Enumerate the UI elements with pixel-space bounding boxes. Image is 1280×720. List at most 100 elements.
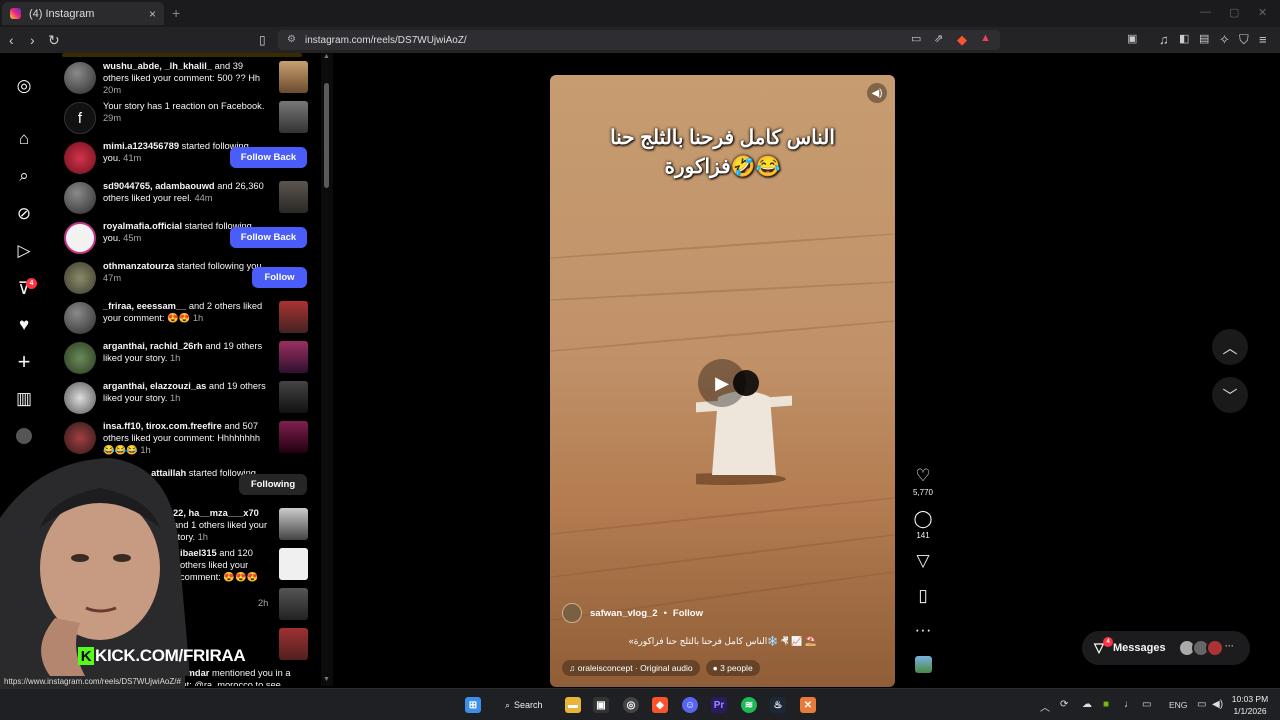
audio-thumbnail[interactable] (914, 656, 932, 673)
reload-icon[interactable]: ↻ (48, 32, 60, 48)
post-thumbnail[interactable] (279, 548, 308, 580)
notification-item[interactable]: _friraa, eeessam__ and 2 others liked yo… (62, 300, 320, 338)
volume-icon[interactable]: ◀) (1212, 699, 1223, 710)
follow-back-button[interactable]: Follow Back (230, 147, 307, 168)
avatar[interactable] (64, 422, 96, 454)
notification-item[interactable]: mimi.a123456789 started following you. 4… (62, 140, 320, 178)
menu-icon[interactable]: ≡ (1259, 32, 1267, 47)
create-icon[interactable]: + (14, 349, 34, 374)
comment-action[interactable]: ◯ 141 (908, 509, 938, 540)
profile-avatar[interactable] (14, 426, 34, 446)
back-icon[interactable]: ‹ (9, 32, 14, 48)
windows-start-icon[interactable]: ⊞ (465, 697, 481, 713)
share-action[interactable]: ▽ (908, 551, 938, 571)
heart-icon[interactable]: ♡ (908, 466, 938, 486)
tray-chevron-icon[interactable]: ︿ (1040, 699, 1050, 714)
scroll-down-icon[interactable]: ▼ (323, 676, 330, 683)
author-avatar[interactable] (562, 603, 582, 623)
author-username[interactable]: safwan_vlog_2 (590, 608, 658, 619)
avatar[interactable] (64, 182, 96, 214)
explore-icon[interactable]: ⊘ (14, 204, 34, 224)
previous-reel-button[interactable]: ︿ (1212, 329, 1248, 365)
reel-description[interactable]: «الناس كامل فرحنا بالثلج حنا فزاكورة❄️ 🤻… (562, 634, 883, 650)
bookmark-icon[interactable]: ▯ (908, 586, 938, 606)
sidebar-panel-icon[interactable]: ▣ (1127, 32, 1137, 45)
play-icon[interactable]: ▶ (698, 359, 746, 407)
volume-icon[interactable]: ◀) (867, 83, 887, 103)
notification-item[interactable]: wushu_abde, _lh_khalil_ and 39 others li… (62, 60, 320, 98)
file-explorer-icon[interactable]: ▬ (565, 697, 581, 713)
home-icon[interactable]: ⌂ (14, 129, 34, 149)
brave-rewards-icon[interactable]: ▲ (980, 32, 991, 44)
reels-icon[interactable]: ▷ (14, 241, 34, 261)
premiere-icon[interactable]: Pr (711, 697, 727, 713)
story-thumbnail[interactable] (279, 101, 308, 133)
browser-tab[interactable]: (4) Instagram × (2, 2, 164, 25)
scroll-up-icon[interactable]: ▲ (323, 53, 330, 60)
more-icon[interactable]: ··· (908, 620, 938, 640)
share-icon[interactable]: ⇗ (934, 32, 943, 45)
new-tab-button[interactable]: + (172, 5, 180, 21)
audio-thumb-action[interactable] (908, 656, 938, 673)
tray-app-icon[interactable]: ⟳ (1060, 699, 1068, 710)
search-icon[interactable]: ⌕ (14, 166, 34, 186)
post-thumbnail[interactable] (279, 301, 308, 333)
language-indicator[interactable]: ENG (1169, 700, 1187, 710)
tagged-people[interactable]: ● 3 people (705, 660, 760, 676)
story-thumbnail[interactable] (279, 508, 308, 540)
vpn-icon[interactable]: ⛉ (1239, 32, 1249, 48)
brave-shield-icon[interactable]: ◆ (957, 32, 967, 48)
reader-icon[interactable]: ◧ (1179, 32, 1189, 45)
wallet-icon[interactable]: ▤ (1199, 32, 1209, 45)
taskbar-search[interactable]: ⌕ Search (496, 694, 548, 716)
author-follow-button[interactable]: Follow (673, 608, 703, 619)
brave-browser-icon[interactable]: ◆ (652, 697, 668, 713)
dashboard-icon[interactable]: ▥ (14, 389, 34, 409)
story-thumbnail[interactable] (279, 341, 308, 373)
close-window-icon[interactable]: ✕ (1258, 6, 1267, 19)
audio-link[interactable]: ♫ oraleisconcept · Original audio (562, 660, 700, 676)
notification-item[interactable]: othmanzatourza started following you. 47… (62, 260, 320, 298)
network-icon[interactable]: ▭ (1197, 699, 1206, 710)
avatar[interactable] (64, 262, 96, 294)
maximize-icon[interactable]: ▢ (1229, 6, 1239, 19)
notification-item[interactable]: f Your story has 1 reaction on Facebook.… (62, 100, 320, 138)
app-icon[interactable]: ✕ (800, 697, 816, 713)
follow-button[interactable]: Follow (252, 267, 307, 288)
next-reel-button[interactable]: ﹀ (1212, 377, 1248, 413)
notifications-scrollbar[interactable]: ▲ ▼ (321, 53, 333, 686)
nvidia-icon[interactable]: ■ (1103, 699, 1109, 710)
follow-back-button[interactable]: Follow Back (230, 227, 307, 248)
messages-button[interactable]: ▽ 4 Messages ··· (1082, 631, 1250, 665)
spotify-icon[interactable]: ≋ (741, 697, 757, 713)
send-icon[interactable]: ▽ (908, 551, 938, 571)
comment-icon[interactable]: ◯ (908, 509, 938, 529)
avatar[interactable] (64, 342, 96, 374)
tab-close-icon[interactable]: × (149, 7, 156, 21)
scrollbar-thumb[interactable] (324, 83, 329, 188)
music-icon[interactable]: ♫ (1159, 32, 1169, 47)
tray-app-icon[interactable]: ▭ (1142, 699, 1151, 710)
cast-icon[interactable]: ▭ (911, 32, 921, 45)
notification-item[interactable]: royalmafia.official started following yo… (62, 220, 320, 258)
avatar[interactable] (64, 62, 96, 94)
more-action[interactable]: ··· (908, 620, 938, 640)
steam-icon[interactable]: ♨ (770, 697, 786, 713)
discord-icon[interactable]: ☺ (682, 697, 698, 713)
site-info-icon[interactable]: ⚙ (287, 34, 296, 45)
app-icon[interactable]: ◎ (623, 697, 639, 713)
post-thumbnail[interactable] (279, 421, 308, 453)
post-thumbnail[interactable] (279, 61, 308, 93)
avatar[interactable] (64, 222, 96, 254)
save-action[interactable]: ▯ (908, 586, 938, 606)
app-icon[interactable]: ▣ (593, 697, 609, 713)
address-bar[interactable]: ⚙ instagram.com/reels/DS7WUjwiAoZ/ (278, 30, 1000, 50)
like-action[interactable]: ♡ 5,770 (908, 466, 938, 497)
microphone-icon[interactable]: ♩ (1124, 699, 1134, 710)
reel-thumbnail[interactable] (279, 181, 308, 213)
reel-video[interactable]: الناس كامل فرحنا بالثلج حنا فزاكورة🤣😂 ▶ … (550, 75, 895, 687)
post-thumbnail[interactable] (279, 628, 308, 660)
minimize-icon[interactable]: — (1200, 6, 1211, 18)
notification-item[interactable]: insa.ff10, tirox.com.freefire and 507 ot… (62, 420, 320, 458)
notification-item[interactable]: arganthai, rachid_26rh and 19 others lik… (62, 340, 320, 378)
